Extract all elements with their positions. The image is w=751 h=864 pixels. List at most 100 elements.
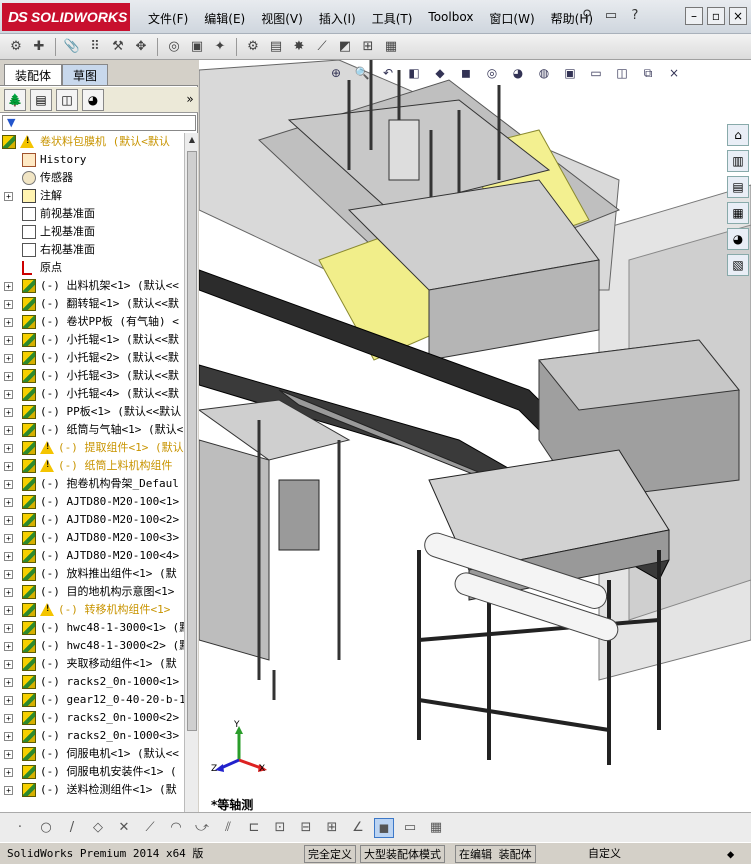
view-settings-icon[interactable]: ▣ [561, 64, 579, 82]
design-library-icon[interactable]: ▥ [727, 150, 749, 172]
tangent-arc-icon[interactable]: ⤻ [192, 818, 212, 838]
smart-dimension-icon[interactable]: ⊟ [296, 818, 316, 838]
solidworks-logo[interactable]: DS SOLIDWORKS [2, 3, 130, 31]
zoom-to-fit-icon[interactable]: ⊕ [327, 64, 345, 82]
restore-button[interactable]: ▫ [707, 7, 725, 25]
viewport-split-icon[interactable]: ◫ [613, 64, 631, 82]
close-button[interactable]: × [729, 7, 747, 25]
file-explorer-icon[interactable]: ▤ [727, 176, 749, 198]
line-icon[interactable]: / [62, 818, 82, 838]
expand-panel-icon[interactable]: » [182, 89, 198, 111]
apply-scene-icon[interactable]: ◍ [535, 64, 553, 82]
expand-toggle-icon[interactable]: + [4, 678, 13, 687]
mate-icon[interactable]: 📎 [62, 37, 82, 57]
assembly-features-icon[interactable]: ▣ [187, 37, 207, 57]
menu-window[interactable]: 窗口(W) [481, 8, 542, 29]
menu-edit[interactable]: 编辑(E) [196, 8, 253, 29]
expand-toggle-icon[interactable]: + [4, 318, 13, 327]
expand-toggle-icon[interactable]: + [4, 570, 13, 579]
expand-toggle-icon[interactable]: + [4, 786, 13, 795]
zoom-to-area-icon[interactable]: 🔍 [353, 64, 371, 82]
display-style-icon[interactable]: ◼ [457, 64, 475, 82]
expand-toggle-icon[interactable]: + [4, 696, 13, 705]
expand-toggle-icon[interactable]: + [4, 516, 13, 525]
tree-node[interactable]: + (-) hwc48-1-3000<2> (默 [0, 637, 184, 655]
tree-node[interactable]: + (-) 目的地机构示意图<1> [0, 583, 184, 601]
tree-node[interactable]: History [0, 151, 184, 169]
displaymanager-tab-icon[interactable]: ◕ [82, 88, 104, 111]
smart-fasteners-icon[interactable]: ⚒ [108, 37, 128, 57]
tree-node[interactable]: + (-) 小托辊<1> (默认<<默 [0, 331, 184, 349]
expand-toggle-icon[interactable]: + [4, 624, 13, 633]
expand-toggle-icon[interactable]: + [4, 660, 13, 669]
section-view-icon[interactable]: ◧ [405, 64, 423, 82]
menu-insert[interactable]: 插入(I) [311, 8, 364, 29]
tree-node[interactable]: + (-) racks2_0n-1000<1> ( [0, 673, 184, 691]
section-icon[interactable]: ▭ [400, 818, 420, 838]
expand-toggle-icon[interactable]: + [4, 372, 13, 381]
expand-toggle-icon[interactable]: + [4, 714, 13, 723]
shaded-view-icon[interactable]: ◼ [374, 817, 394, 838]
tree-node[interactable]: + 注解 [0, 187, 184, 205]
expand-toggle-icon[interactable]: + [4, 606, 13, 615]
new-motion-study-icon[interactable]: ⚙ [243, 37, 263, 57]
viewport-restore-icon[interactable]: ⧉ [639, 64, 657, 82]
minimize-button[interactable]: – [685, 7, 703, 25]
previous-view-icon[interactable]: ↶ [379, 64, 397, 82]
tree-node[interactable]: 前视基准面 [0, 205, 184, 223]
move-component-icon[interactable]: ✥ [131, 37, 151, 57]
pin-icon[interactable]: ⚲ [578, 7, 596, 25]
angle-icon[interactable]: ∠ [348, 818, 368, 838]
tree-node[interactable]: + (-) racks2_0n-1000<3> ( [0, 727, 184, 745]
tree-node[interactable]: + (-) 纸筒上料机构组件 [0, 457, 184, 475]
convert-entities-icon[interactable]: ⊡ [270, 818, 290, 838]
tree-node[interactable]: + (-) racks2_0n-1000<2> ( [0, 709, 184, 727]
menu-toolbox[interactable]: Toolbox [420, 8, 481, 29]
interference-detection-icon[interactable]: ◩ [335, 37, 355, 57]
offset-icon[interactable]: ⊏ [244, 818, 264, 838]
trim-icon[interactable]: ✕ [114, 818, 134, 838]
scroll-thumb[interactable] [187, 151, 197, 731]
bill-of-materials-icon[interactable]: ▤ [266, 37, 286, 57]
expand-toggle-icon[interactable]: + [4, 588, 13, 597]
mirror-icon[interactable]: ⫽ [218, 818, 238, 838]
tree-node[interactable]: + (-) hwc48-1-3000<1> (默 [0, 619, 184, 637]
expand-toggle-icon[interactable]: + [4, 768, 13, 777]
expand-toggle-icon[interactable]: + [4, 642, 13, 651]
expand-toggle-icon[interactable]: + [4, 498, 13, 507]
tree-node[interactable]: 上视基准面 [0, 223, 184, 241]
instant3d-icon[interactable]: ▦ [381, 37, 401, 57]
menu-file[interactable]: 文件(F) [140, 8, 196, 29]
custom-properties-icon[interactable]: ▧ [727, 254, 749, 276]
grid-icon[interactable]: ⊞ [322, 818, 342, 838]
menu-view[interactable]: 视图(V) [253, 8, 311, 29]
expand-toggle-icon[interactable]: + [4, 426, 13, 435]
tree-node[interactable]: + (-) AJTD80-M20-100<1> ( [0, 493, 184, 511]
tree-node[interactable]: 原点 [0, 259, 184, 277]
tree-node[interactable]: + (-) 提取组件<1> (默认 [0, 439, 184, 457]
tree-scrollbar[interactable]: ▲ ▼ [184, 133, 198, 846]
tree-node[interactable]: + (-) 翻转辊<1> (默认<<默 [0, 295, 184, 313]
solidworks-resources-icon[interactable]: ⌂ [727, 124, 749, 146]
tree-node[interactable]: + (-) AJTD80-M20-100<3> ( [0, 529, 184, 547]
tree-node[interactable]: + (-) 放料推出组件<1> (默 [0, 565, 184, 583]
tree-node[interactable]: + (-) 纸筒与气轴<1> (默认< [0, 421, 184, 439]
hide-show-items-icon[interactable]: ◎ [483, 64, 501, 82]
tree-node[interactable]: + (-) 转移机构组件<1> [0, 601, 184, 619]
view-palette-icon[interactable]: ▦ [727, 202, 749, 224]
tree-node[interactable]: 传感器 [0, 169, 184, 187]
expand-toggle-icon[interactable]: + [4, 336, 13, 345]
reference-geometry-icon[interactable]: ✦ [210, 37, 230, 57]
exploded-view-icon[interactable]: ✸ [289, 37, 309, 57]
expand-toggle-icon[interactable]: + [4, 750, 13, 759]
configurationmanager-tab-icon[interactable]: ◫ [56, 88, 78, 111]
expand-toggle-icon[interactable]: + [4, 408, 13, 417]
tree-node[interactable]: + (-) 伺服电机<1> (默认<< [0, 745, 184, 763]
edit-component-icon[interactable]: ⚙ [6, 37, 26, 57]
view-orientation-icon[interactable]: ◆ [431, 64, 449, 82]
tree-node[interactable]: + (-) 小托辊<2> (默认<<默 [0, 349, 184, 367]
tree-node[interactable]: + (-) gear12_0-40-20-b-10 [0, 691, 184, 709]
tree-node[interactable]: + (-) 出料机架<1> (默认<< [0, 277, 184, 295]
expand-toggle-icon[interactable]: + [4, 480, 13, 489]
tree-node[interactable]: + (-) 小托辊<4> (默认<<默 [0, 385, 184, 403]
